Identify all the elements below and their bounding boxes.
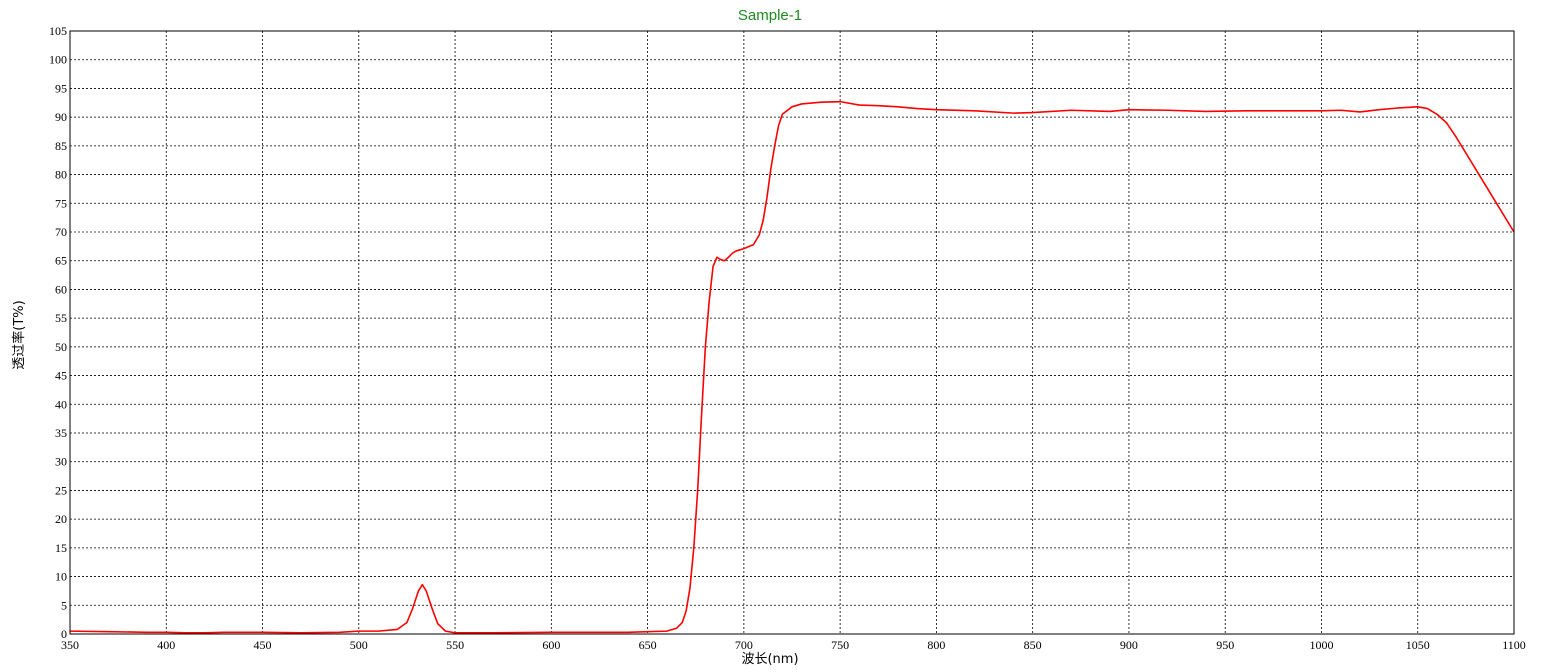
- y-tick-label: 50: [55, 340, 67, 354]
- y-tick-label: 90: [55, 110, 67, 124]
- x-tick-label: 800: [927, 638, 945, 652]
- x-tick-label: 650: [639, 638, 657, 652]
- y-tick-label: 100: [49, 53, 67, 67]
- y-tick-label: 65: [55, 254, 67, 268]
- x-tick-label: 850: [1024, 638, 1042, 652]
- x-tick-labels: 350 400 450 500 550 600 650 700 750 800 850 900 950 1…: [61, 638, 1526, 652]
- chart-title: Sample-1: [738, 7, 802, 24]
- x-tick-label: 450: [254, 638, 272, 652]
- transmittance-curve: [69, 100, 1515, 634]
- y-tick-label: 45: [55, 369, 67, 383]
- y-tick-label: 75: [55, 196, 67, 210]
- y-tick-label: 55: [55, 311, 67, 325]
- y-tick-label: 20: [55, 512, 67, 526]
- y-tick-label: 85: [55, 139, 67, 153]
- y-tick-label: 60: [55, 282, 67, 296]
- y-tick-label: 10: [55, 570, 67, 584]
- x-tick-label: 1050: [1406, 638, 1430, 652]
- y-tick-label: 80: [55, 168, 67, 182]
- x-tick-label: 350: [61, 638, 79, 652]
- x-tick-label: 1000: [1309, 638, 1333, 652]
- x-tick-label: 900: [1120, 638, 1138, 652]
- grid-lines: [70, 31, 1514, 634]
- y-tick-label: 70: [55, 225, 67, 239]
- y-tick-labels: 0510152025303540455055606570758085909510…: [49, 24, 67, 641]
- transmittance-chart: Sample-1 0510152025303540455055606570758…: [11, 7, 1526, 667]
- x-tick-label: 950: [1216, 638, 1234, 652]
- x-tick-label: 750: [831, 638, 849, 652]
- x-tick-label: 1100: [1502, 638, 1526, 652]
- plot-frame: [69, 30, 1515, 635]
- y-tick-label: 25: [55, 483, 67, 497]
- x-tick-label: 700: [735, 638, 753, 652]
- series-layer: [69, 100, 1515, 634]
- x-tick-label: 600: [542, 638, 560, 652]
- y-axis-label: 透过率(T%): [11, 300, 27, 369]
- y-tick-label: 15: [55, 541, 67, 555]
- y-tick-label: 30: [55, 455, 67, 469]
- y-tick-label: 95: [55, 81, 67, 95]
- x-tick-label: 500: [350, 638, 368, 652]
- y-tick-label: 105: [49, 24, 67, 38]
- y-tick-label: 40: [55, 397, 67, 411]
- x-tick-label: 400: [157, 638, 175, 652]
- y-tick-label: 5: [61, 598, 67, 612]
- x-tick-label: 550: [446, 638, 464, 652]
- x-axis-label: 波长(nm): [741, 652, 798, 667]
- y-tick-label: 35: [55, 426, 67, 440]
